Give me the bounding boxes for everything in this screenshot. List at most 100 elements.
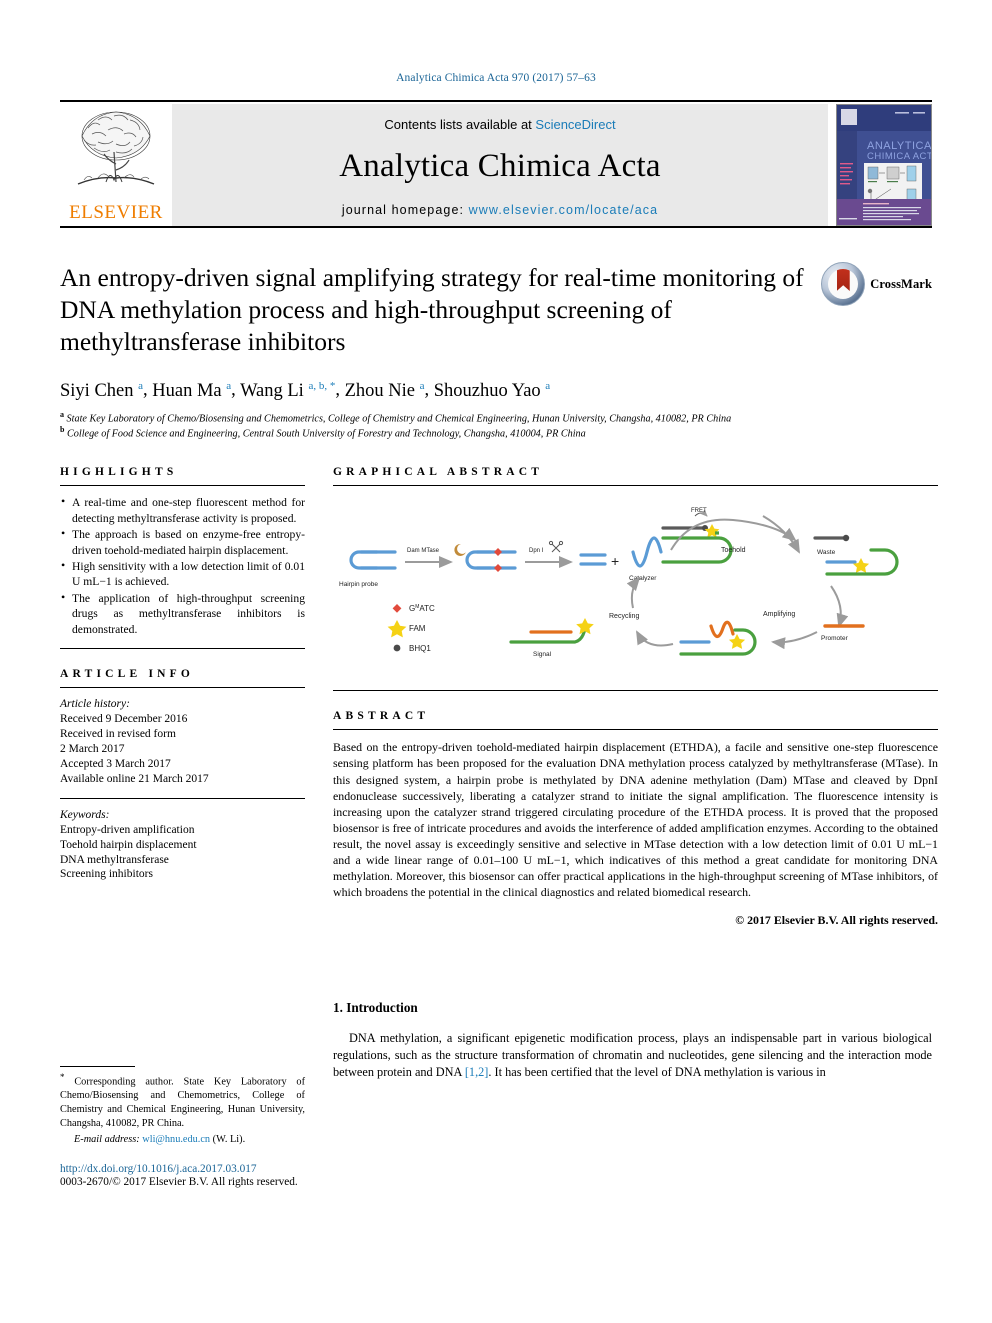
keyword-item: Toehold hairpin displacement [60, 838, 197, 851]
list-item: The application of high-throughput scree… [60, 590, 305, 637]
cleaved-duplex-glyph [579, 553, 607, 567]
legend-label-fam: FAM [409, 624, 426, 633]
legend-label-gmatc: GMATC [409, 604, 435, 613]
toehold-arrow-2 [762, 515, 800, 555]
fam-star-icon [387, 620, 407, 638]
footnote-rule [60, 1066, 135, 1068]
elsevier-logo: ELSEVIER [60, 104, 172, 226]
promoter-arrow [771, 631, 818, 650]
label-hairpin-probe: Hairpin probe [339, 581, 378, 588]
title-block: An entropy-driven signal amplifying stra… [60, 262, 932, 440]
corresponding-author-note: * Corresponding author. State Key Labora… [60, 1071, 305, 1147]
waste-glyph [813, 535, 850, 542]
homepage-link[interactable]: www.elsevier.com/locate/aca [469, 203, 659, 217]
highlights-list: A real-time and one-step fluorescent met… [60, 494, 305, 637]
affiliation-mark: b [60, 424, 65, 434]
author-affil-mark: a [419, 379, 425, 392]
author-name: Wang Li [240, 380, 304, 401]
footnote-column: * Corresponding author. State Key Labora… [60, 1000, 305, 1188]
methylated-hairpin-glyph [465, 548, 517, 573]
author-name: Siyi Chen [60, 380, 134, 401]
keywords-label: Keywords: [60, 808, 110, 821]
email-label: E-mail address: [74, 1134, 140, 1146]
article-info-rule [60, 687, 305, 689]
graphical-abstract-section: GRAPHICAL ABSTRACT Hairpin probe Dam MTa… [333, 466, 938, 692]
abstract-copyright: © 2017 Elsevier B.V. All rights reserved… [735, 913, 938, 928]
affiliation-text: State Key Laboratory of Chemo/Biosensing… [66, 412, 732, 424]
abstract-body: Based on the entropy-driven toehold-medi… [333, 740, 938, 899]
author-item: Shouzhuo Yao a [433, 379, 551, 401]
affiliation-list: a State Key Laboratory of Chemo/Biosensi… [60, 410, 940, 441]
elsevier-wordmark: ELSEVIER [69, 202, 163, 223]
masthead-top-rule [60, 100, 932, 102]
article-history: Article history: Received 9 December 201… [60, 697, 305, 787]
email-link[interactable]: wli@hnu.edu.cn [142, 1134, 210, 1145]
keyword-item: DNA methyltransferase [60, 853, 169, 866]
email-owner: (W. Li). [212, 1134, 246, 1146]
contents-prefix: Contents lists available at [384, 117, 536, 132]
list-item: A real-time and one-step fluorescent met… [60, 494, 305, 526]
abstract-heading: ABSTRACT [333, 710, 430, 723]
journal-homepage-line: journal homepage: www.elsevier.com/locat… [342, 203, 658, 217]
right-column: GRAPHICAL ABSTRACT Hairpin probe Dam MTa… [333, 466, 938, 928]
highlights-section: HIGHLIGHTS A real-time and one-step fluo… [60, 466, 305, 650]
article-info-heading: ARTICLE INFO [60, 668, 195, 681]
citation-reference[interactable]: [1,2] [465, 1065, 489, 1079]
ethda-scheme-diagram: Hairpin probe Dam MTase Dpn I + Catalyze… [339, 508, 899, 658]
crossmark-label: CrossMark [870, 276, 932, 291]
label-dam-mtase: Dam MTase [407, 548, 440, 554]
page-title: An entropy-driven signal amplifying stra… [60, 263, 804, 357]
bhq1-circle-icon [393, 645, 401, 652]
label-promoter: Promoter [821, 635, 849, 642]
author-affil-mark: a [138, 379, 144, 392]
journal-masthead: ELSEVIER Contents lists available at Sci… [60, 100, 932, 228]
author-affil-mark: a [226, 379, 232, 392]
introduction-column: 1. Introduction DNA methylation, a signi… [333, 1000, 932, 1188]
sciencedirect-link[interactable]: ScienceDirect [535, 117, 615, 132]
doi-link[interactable]: http://dx.doi.org/10.1016/j.aca.2017.03.… [60, 1163, 305, 1175]
contents-available-line: Contents lists available at ScienceDirec… [384, 117, 615, 132]
corresponding-text: Corresponding author. State Key Laborato… [60, 1076, 305, 1130]
keywords-block: Keywords: Entropy-driven amplification T… [60, 808, 305, 883]
history-item: Available online 21 March 2017 [60, 772, 209, 785]
label-recycling: Recycling [609, 613, 639, 620]
crossmark-badge[interactable]: CrossMark [821, 262, 932, 306]
label-catalyzer: Catalyzer [629, 575, 657, 582]
legend-label-bhq1: BHQ1 [409, 644, 431, 653]
affiliation-mark: a [60, 409, 64, 419]
author-list: Siyi Chen a, Huan Ma a, Wang Li a, b, *,… [60, 379, 551, 401]
plus-sign: + [611, 553, 619, 569]
bottom-region: * Corresponding author. State Key Labora… [60, 1000, 932, 1188]
label-dpn1: Dpn I [529, 548, 544, 554]
list-item: The approach is based on enzyme-free ent… [60, 526, 305, 558]
history-item: 2 March 2017 [60, 742, 125, 755]
author-name: Zhou Nie [344, 380, 415, 401]
list-item: High sensitivity with a low detection li… [60, 558, 305, 590]
enzyme-icon [454, 544, 466, 557]
article-history-label: Article history: [60, 698, 130, 711]
graphical-abstract-heading: GRAPHICAL ABSTRACT [333, 466, 544, 479]
author-item: Zhou Nie a [344, 379, 425, 401]
fam-hairpin-glyph [825, 548, 899, 577]
keywords-rule [60, 797, 305, 799]
author-affil-mark: a [545, 379, 551, 392]
keyword-item: Entropy-driven amplification [60, 823, 195, 836]
cover-art: ANALYTICA CHIMICA ACTA [837, 105, 931, 225]
journal-title: Analytica Chimica Acta [339, 148, 661, 184]
label-toehold: Toehold [721, 547, 746, 554]
author-affil-mark[interactable]: a, b, * [308, 379, 335, 391]
crossmark-icon [821, 262, 866, 306]
highlights-heading: HIGHLIGHTS [60, 466, 178, 479]
author-name: Shouzhuo Yao [433, 380, 541, 401]
abstract-section: ABSTRACT Based on the entropy-driven toe… [333, 710, 938, 928]
history-item: Received 9 December 2016 [60, 713, 188, 725]
graphical-abstract-rule [333, 485, 938, 487]
gmatc-diamond-icon [392, 604, 402, 614]
label-fret: FRET [691, 508, 707, 514]
introduction-paragraph: DNA methylation, a significant epigeneti… [333, 1030, 932, 1081]
elsevier-tree-icon [77, 111, 155, 185]
history-item: Accepted 3 March 2017 [60, 757, 171, 770]
abstract-rule [333, 729, 938, 731]
affiliation-item: b College of Food Science and Engineerin… [60, 425, 940, 440]
scissors-icon [548, 541, 564, 553]
